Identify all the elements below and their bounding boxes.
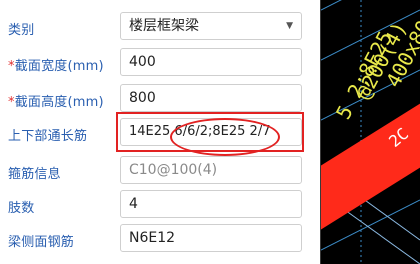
row-section-width: *截面宽度(mm) 400	[0, 48, 312, 78]
row-stirrup-info: 箍筋信息 C10@100(4)	[0, 156, 312, 186]
section-width-label-text: 截面宽度(mm)	[14, 59, 104, 74]
category-value: 楼层框架梁	[129, 18, 199, 34]
section-height-label-text: 截面高度(mm)	[14, 95, 104, 110]
side-bars-input[interactable]: N6E12	[120, 224, 302, 252]
section-height-label: *截面高度(mm)	[8, 91, 104, 110]
required-asterisk: *	[8, 59, 15, 74]
section-height-input[interactable]: 800	[120, 84, 302, 112]
longitudinal-bars-label: 上下部通长筋	[8, 129, 88, 144]
highlight-ellipse	[170, 118, 280, 156]
row-leg-count: 肢数 4	[0, 190, 312, 220]
cad-canvas[interactable]: 400x80 @200(4) 5 2;8E25 2C	[321, 0, 420, 264]
section-width-input[interactable]: 400	[120, 48, 302, 76]
stirrup-info-label: 箍筋信息	[8, 167, 61, 182]
row-category: 类别 楼层框架梁 ▼	[0, 12, 312, 42]
stirrup-info-input[interactable]: C10@100(4)	[120, 156, 302, 184]
category-label-text: 类别	[8, 23, 35, 38]
section-width-label: *截面宽度(mm)	[8, 55, 104, 74]
leg-count-input[interactable]: 4	[120, 190, 302, 218]
required-asterisk: *	[8, 95, 15, 110]
chevron-down-icon: ▼	[286, 21, 293, 31]
row-side-bars: 梁侧面钢筋 N6E12	[0, 224, 312, 254]
category-label: 类别	[8, 19, 34, 38]
leg-count-label: 肢数	[8, 201, 35, 216]
row-section-height: *截面高度(mm) 800	[0, 84, 312, 114]
property-panel: 类别 楼层框架梁 ▼ *截面宽度(mm) 400 *截面高度(mm) 800 上…	[0, 0, 321, 264]
side-bars-label: 梁侧面钢筋	[8, 235, 75, 250]
category-select[interactable]: 楼层框架梁 ▼	[120, 12, 302, 40]
